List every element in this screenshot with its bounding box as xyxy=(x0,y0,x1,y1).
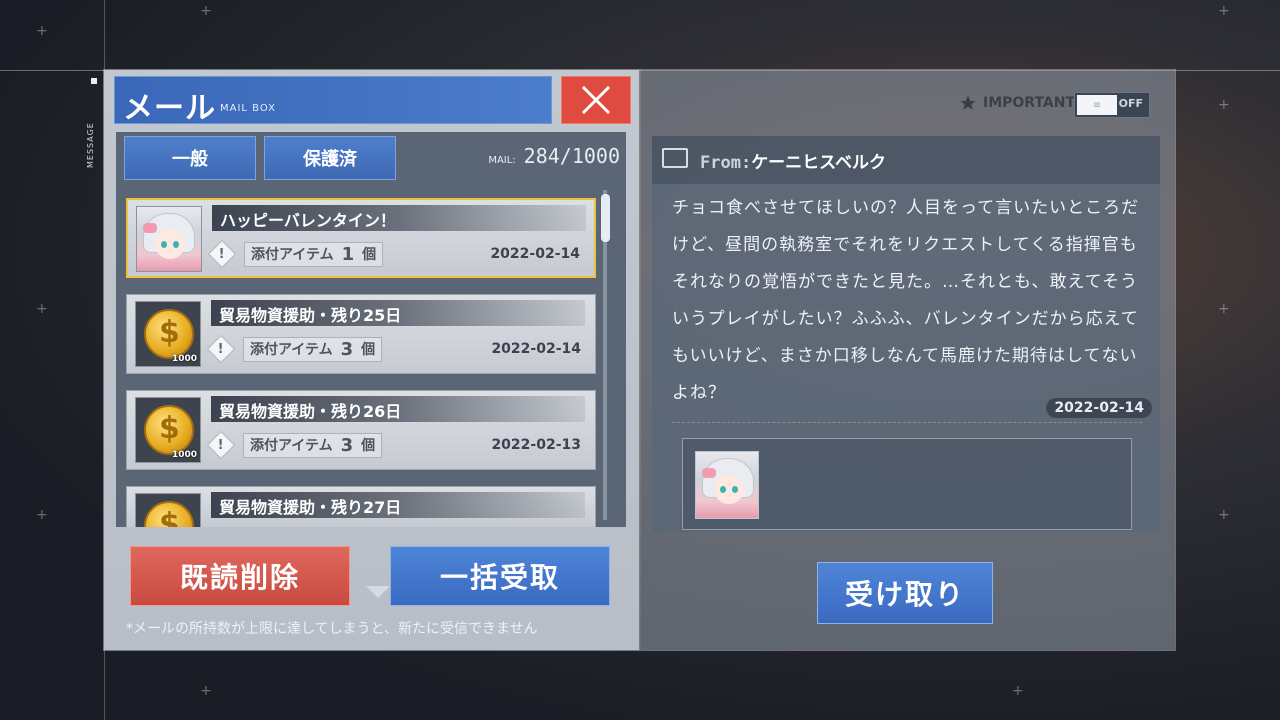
mail-item[interactable]: $ 貿易物資援助・残り27日 xyxy=(126,486,596,527)
from-label: From: xyxy=(700,153,752,173)
attachment-item[interactable] xyxy=(695,451,759,519)
grid-plus-mark: + xyxy=(200,683,212,699)
character-portrait xyxy=(136,206,202,272)
important-label-group: IMPORTANT xyxy=(959,94,1075,112)
mailbox-subtitle: MAIL BOX xyxy=(220,103,276,114)
toggle-knob: ≡ xyxy=(1077,95,1117,115)
exclamation-icon: ! xyxy=(207,239,237,269)
attachment-label: 添付アイテム xyxy=(250,438,333,454)
coin-icon: $ xyxy=(144,501,194,527)
mail-list-frame: 一般 保護済 MAIL: 284/1000 ハッピーバレンタイン！ ! 添付アイテ… xyxy=(116,132,626,598)
mailbox-panel: メール MAIL BOX 一般 保護済 MAIL: 284/1000 ハッピーバレ… xyxy=(104,70,639,650)
mail-item-title: ハッピーバレンタイン！ xyxy=(212,205,586,231)
mail-item-title: 貿易物資援助・残り27日 xyxy=(211,492,585,518)
mail-item-title: 貿易物資援助・残り26日 xyxy=(211,396,585,422)
mail-item[interactable]: $ 1000 貿易物資援助・残り25日 ! 添付アイテム 3 個 2022-02-1… xyxy=(126,294,596,374)
scroll-down-indicator xyxy=(366,586,390,598)
mail-item-date: 2022-02-14 xyxy=(491,341,581,357)
coin-amount: 1000 xyxy=(171,354,197,364)
capacity-note: *メールの所持数が上限に達してしまうと、新たに受信できません xyxy=(126,621,538,637)
message-date: 2022-02-14 xyxy=(1046,398,1152,418)
mail-item-attachment: ! 添付アイテム 3 個 xyxy=(206,430,383,460)
close-button[interactable] xyxy=(561,76,631,124)
close-icon xyxy=(581,85,611,115)
scrollbar-thumb[interactable] xyxy=(601,194,610,242)
attachment-count: 3 xyxy=(340,434,354,456)
mail-count-value: 284/1000 xyxy=(523,144,620,168)
mail-detail-panel: IMPORTANT ≡ OFF From:ケーニヒスベルク チョコ食べさせてほし… xyxy=(641,70,1175,650)
side-label: MESSAGE xyxy=(86,122,95,168)
delete-read-button[interactable]: 既読削除 xyxy=(130,546,350,606)
mail-item-title: 貿易物資援助・残り25日 xyxy=(211,300,585,326)
coin-thumbnail: $ xyxy=(135,493,201,527)
grid-plus-mark: + xyxy=(200,3,212,19)
mailbox-title: メール xyxy=(123,91,216,126)
grid-plus-mark: + xyxy=(1218,97,1230,113)
mail-count: MAIL: 284/1000 xyxy=(488,144,620,168)
grid-plus-mark: + xyxy=(36,23,48,39)
attachment-label: 添付アイテム xyxy=(250,342,333,358)
attachment-unit: 個 xyxy=(361,438,376,454)
attachment-count: 1 xyxy=(341,243,355,265)
grid-plus-mark: + xyxy=(1218,507,1230,523)
attachment-area xyxy=(682,438,1132,530)
important-label: IMPORTANT xyxy=(983,95,1076,111)
message-body: チョコ食べさせてほしいの？人目をって言いたいところだけど、昼間の執務室でそれをリ… xyxy=(672,198,1140,403)
exclamation-icon: ! xyxy=(206,430,236,460)
claim-all-button[interactable]: 一括受取 xyxy=(390,546,610,606)
mail-count-label: MAIL: xyxy=(488,155,516,166)
mail-item-attachment: ! 添付アイテム 3 個 xyxy=(206,334,383,364)
mail-item[interactable]: $ 1000 貿易物資援助・残り26日 ! 添付アイテム 3 個 2022-02-1… xyxy=(126,390,596,470)
toggle-state: OFF xyxy=(1118,97,1143,110)
divider xyxy=(672,422,1142,423)
grid-plus-mark: + xyxy=(1012,683,1024,699)
grid-plus-mark: + xyxy=(1218,301,1230,317)
attachment-label: 添付アイテム xyxy=(251,247,334,263)
speech-bubble-icon xyxy=(662,148,688,168)
coin-amount: 1000 xyxy=(171,450,197,460)
exclamation-icon: ! xyxy=(206,334,236,364)
attachment-unit: 個 xyxy=(361,342,376,358)
sender: From:ケーニヒスベルク xyxy=(700,148,886,173)
mailbox-title-bar: メール MAIL BOX xyxy=(114,76,552,126)
mail-item[interactable]: ハッピーバレンタイン！ ! 添付アイテム 1 個 2022-02-14 xyxy=(126,198,596,278)
receive-button[interactable]: 受け取り xyxy=(817,562,993,624)
grid-plus-mark: + xyxy=(1218,3,1230,19)
important-toggle[interactable]: ≡ OFF xyxy=(1074,92,1150,118)
sender-bar: From:ケーニヒスベルク xyxy=(652,136,1160,184)
grid-plus-mark: + xyxy=(36,301,48,317)
tab-general[interactable]: 一般 xyxy=(124,136,256,180)
mail-item-date: 2022-02-14 xyxy=(490,246,580,262)
coin-thumbnail: $ 1000 xyxy=(135,301,201,367)
message-box: From:ケーニヒスベルク チョコ食べさせてほしいの？人目をって言いたいところだ… xyxy=(652,136,1160,532)
mail-item-date: 2022-02-13 xyxy=(491,437,581,453)
sender-name: ケーニヒスベルク xyxy=(751,153,886,173)
mail-item-attachment: ! 添付アイテム 1 個 xyxy=(207,239,384,269)
coin-icon: $ xyxy=(144,405,194,455)
attachment-count: 3 xyxy=(340,338,354,360)
side-marker xyxy=(91,78,97,84)
grid-plus-mark: + xyxy=(36,507,48,523)
coin-icon: $ xyxy=(144,309,194,359)
tab-protected[interactable]: 保護済 xyxy=(264,136,396,180)
star-icon xyxy=(960,95,976,110)
attachment-unit: 個 xyxy=(362,247,377,263)
coin-thumbnail: $ 1000 xyxy=(135,397,201,463)
